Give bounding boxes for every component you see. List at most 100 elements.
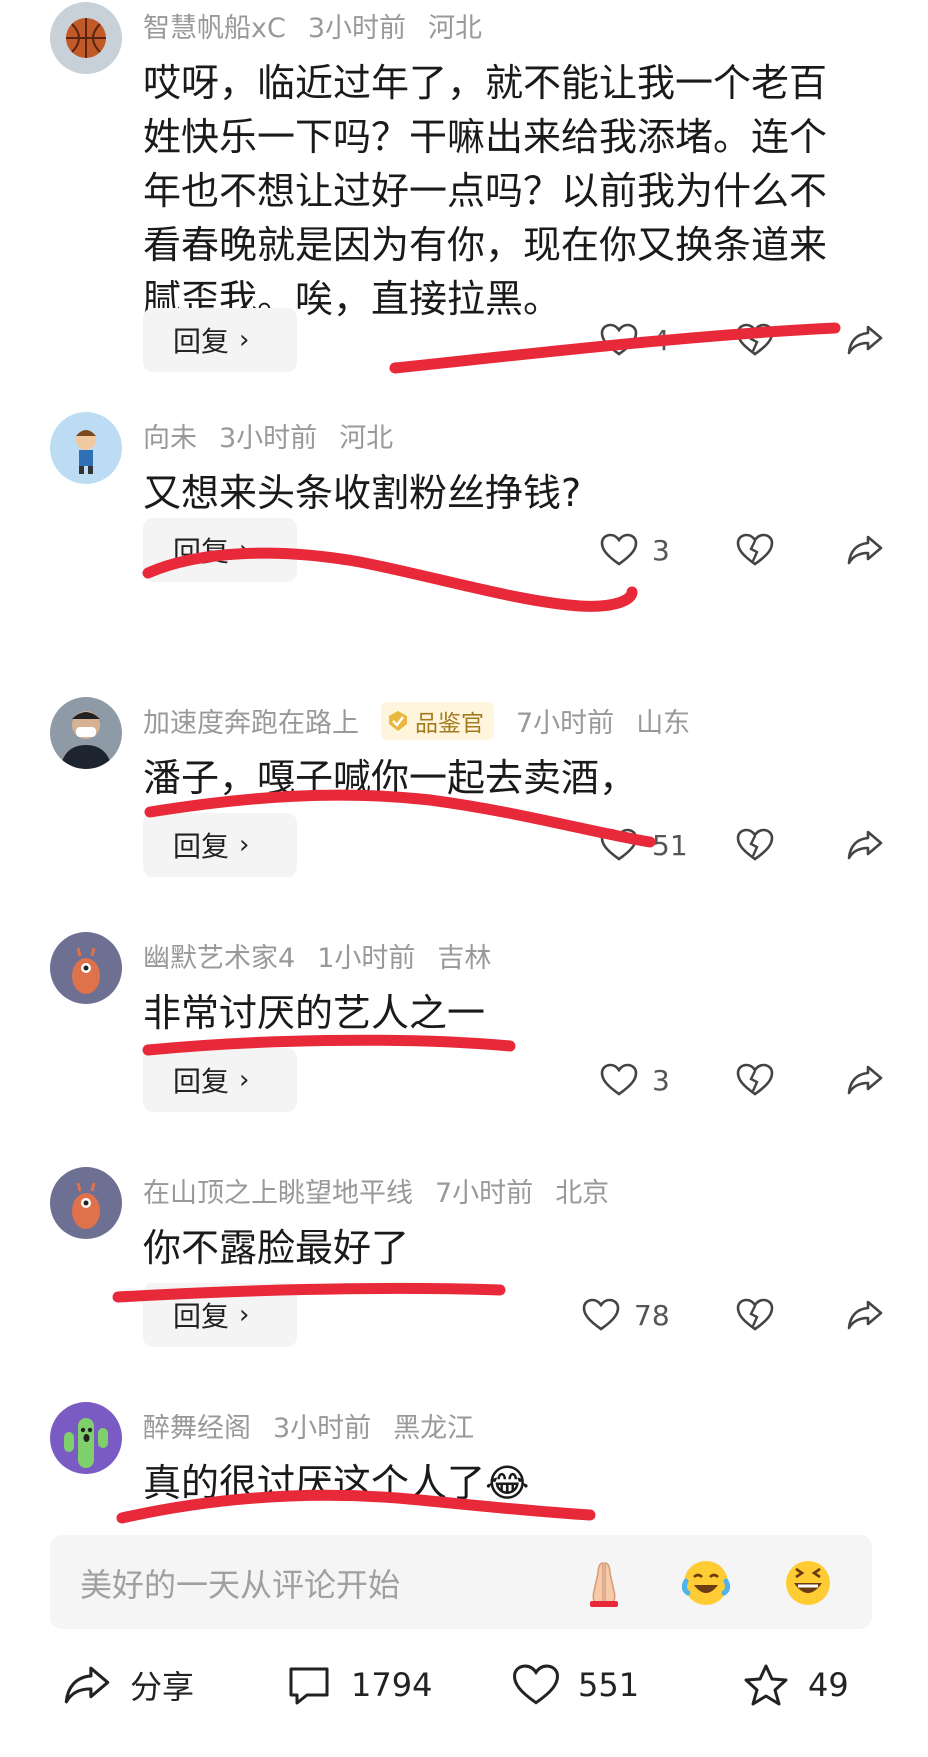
share-comment-button[interactable]: [846, 1048, 884, 1112]
like-count: 3: [652, 1063, 670, 1097]
comment-time: 7小时前: [435, 1178, 534, 1209]
heart-icon: [582, 1298, 620, 1331]
like-count: 4: [652, 323, 670, 357]
username[interactable]: 幽默艺术家4: [143, 936, 295, 975]
comment-text: 你不露脸最好了: [143, 1226, 410, 1270]
username[interactable]: 智慧帆船xC: [143, 6, 286, 45]
dislike-button[interactable]: [736, 1283, 774, 1347]
username[interactable]: 向未: [143, 416, 197, 455]
cartoon-boy-avatar-icon: [50, 412, 122, 484]
broken-heart-icon: [736, 1063, 774, 1096]
avatar[interactable]: [50, 1167, 122, 1239]
reply-button[interactable]: 回复 ›: [143, 308, 297, 372]
broken-heart-icon: [736, 533, 774, 566]
comment-time: 1小时前: [317, 943, 416, 974]
like-button[interactable]: 51: [600, 813, 688, 877]
dislike-button[interactable]: [736, 1048, 774, 1112]
grinning-emoji-icon[interactable]: [780, 1555, 836, 1611]
share-arrow-icon: [847, 830, 883, 860]
heart-icon: [600, 323, 638, 356]
dislike-button[interactable]: [736, 308, 774, 372]
broken-heart-icon: [736, 1298, 774, 1331]
dislike-button[interactable]: [736, 518, 774, 582]
comment-input[interactable]: 美好的一天从评论开始: [50, 1535, 872, 1629]
comment-text: 又想来头条收割粉丝挣钱?: [143, 471, 582, 515]
chevron-right-icon: ›: [239, 1065, 250, 1095]
comment-count: 1794: [351, 1666, 433, 1704]
share-arrow-icon: [64, 1666, 110, 1704]
broken-heart-icon: [736, 828, 774, 861]
reply-label: 回复: [173, 535, 230, 568]
chevron-right-icon: ›: [239, 830, 250, 860]
comment-location: 黑龙江: [393, 1413, 475, 1444]
share-comment-button[interactable]: [846, 813, 884, 877]
comment-time: 7小时前: [516, 708, 615, 739]
share-comment-button[interactable]: [846, 308, 884, 372]
comment-time: 3小时前: [219, 423, 318, 454]
like-button[interactable]: 78: [582, 1283, 670, 1347]
comment-location: 河北: [339, 423, 394, 454]
username[interactable]: 加速度奔跑在路上: [143, 701, 359, 740]
reply-label: 回复: [173, 325, 230, 358]
share-arrow-icon: [847, 325, 883, 355]
masked-man-avatar-icon: [50, 697, 122, 769]
reply-label: 回复: [173, 1300, 230, 1333]
share-arrow-icon: [847, 1300, 883, 1330]
avatar[interactable]: [50, 697, 122, 769]
broken-heart-icon: [736, 323, 774, 356]
reply-button[interactable]: 回复 ›: [143, 1283, 297, 1347]
reply-button[interactable]: 回复 ›: [143, 518, 297, 582]
chevron-right-icon: ›: [239, 1300, 250, 1330]
share-label: 分享: [130, 1668, 195, 1706]
reply-label: 回复: [173, 1065, 230, 1098]
avatar[interactable]: [50, 932, 122, 1004]
username[interactable]: 醉舞经阁: [143, 1406, 251, 1445]
avatar[interactable]: [50, 2, 122, 74]
cactus-avatar-icon: [50, 1402, 122, 1474]
username[interactable]: 在山顶之上眺望地平线: [143, 1171, 413, 1210]
comment-input-placeholder: 美好的一天从评论开始: [80, 1566, 401, 1604]
like-button[interactable]: 3: [600, 1048, 670, 1112]
comment-location: 北京: [555, 1178, 610, 1209]
chevron-right-icon: ›: [239, 535, 250, 565]
share-comment-button[interactable]: [846, 518, 884, 582]
star-icon: [744, 1664, 788, 1706]
comment-text: 潘子，嘎子喊你一起去卖酒，: [143, 756, 638, 800]
dislike-button[interactable]: [736, 813, 774, 877]
like-button[interactable]: 4: [600, 308, 670, 372]
heart-icon: [600, 533, 638, 566]
comment-time: 3小时前: [273, 1413, 372, 1444]
heart-icon: [600, 1063, 638, 1096]
praying-hands-emoji-icon[interactable]: [576, 1555, 632, 1611]
badge-label: 品鉴官: [415, 710, 484, 737]
avatar[interactable]: [50, 412, 122, 484]
basketball-avatar-icon: [50, 2, 122, 74]
like-count: 78: [634, 1298, 670, 1332]
like-count: 51: [652, 828, 688, 862]
like-post-button[interactable]: 551: [512, 1645, 639, 1725]
comment-location: 吉林: [437, 943, 492, 974]
comment-location: 河北: [428, 13, 483, 44]
comments-button[interactable]: 1794: [285, 1645, 432, 1725]
like-count: 3: [652, 533, 670, 567]
heart-icon: [600, 828, 638, 861]
laughing-tears-emoji-icon[interactable]: [678, 1555, 734, 1611]
owl-avatar-icon: [50, 1167, 122, 1239]
reply-button[interactable]: 回复 ›: [143, 813, 297, 877]
comment-location: 山东: [636, 708, 691, 739]
favorite-count: 49: [808, 1666, 849, 1704]
share-arrow-icon: [847, 1065, 883, 1095]
reply-label: 回复: [173, 830, 230, 863]
like-button[interactable]: 3: [600, 518, 670, 582]
connoisseur-badge: 品鉴官: [381, 701, 494, 740]
comment-bubble-icon: [289, 1667, 329, 1705]
comment-text: 哎呀，临近过年了，就不能让我一个老百姓快乐一下吗？干嘛出来给我添堵。连个年也不想…: [143, 61, 828, 321]
bottom-action-bar: 分享 1794 551 49: [0, 1645, 928, 1725]
comment-time: 3小时前: [307, 13, 407, 44]
share-button[interactable]: 分享: [62, 1645, 194, 1725]
favorite-button[interactable]: 49: [742, 1645, 849, 1725]
share-comment-button[interactable]: [846, 1283, 884, 1347]
comment-text: 非常讨厌的艺人之一: [143, 991, 486, 1035]
avatar[interactable]: [50, 1402, 122, 1474]
reply-button[interactable]: 回复 ›: [143, 1048, 297, 1112]
